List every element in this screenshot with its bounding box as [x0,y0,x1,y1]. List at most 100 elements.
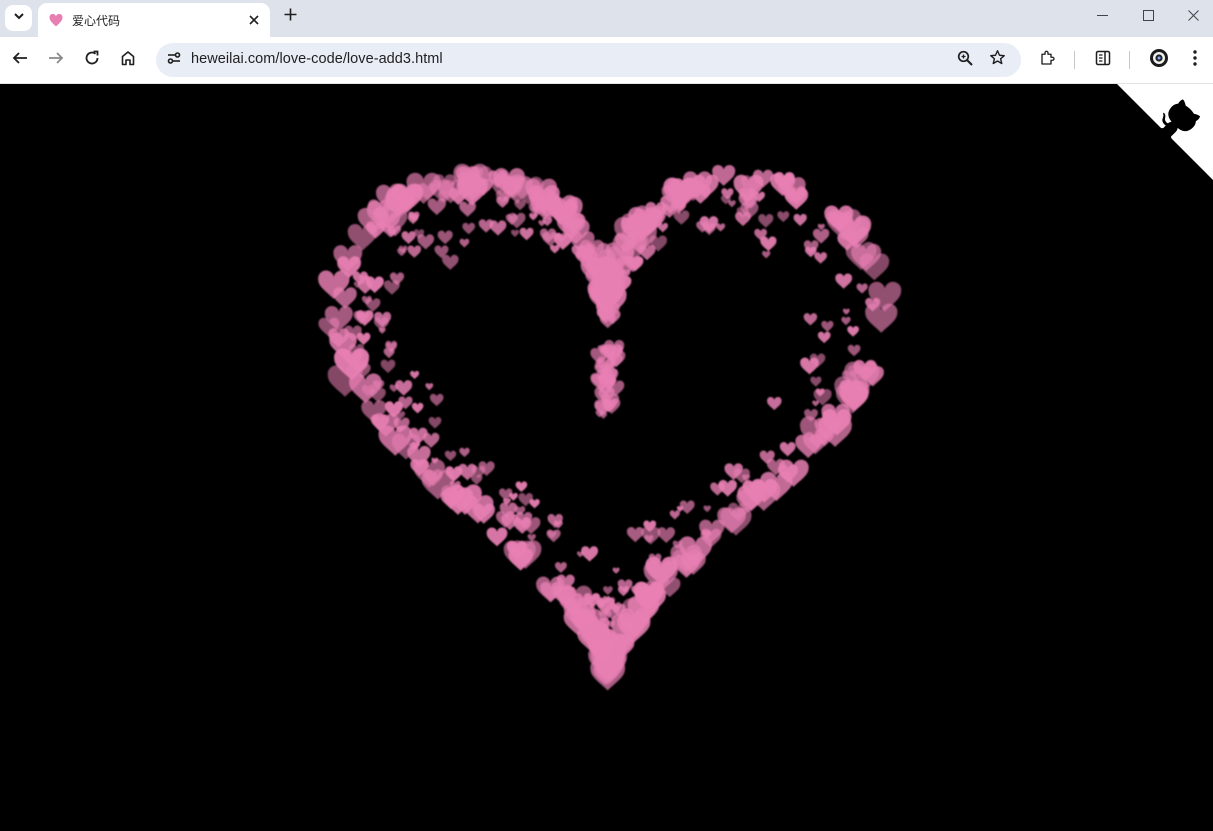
heart-particle [777,211,790,223]
heart-particle [728,200,736,208]
heart-particle [835,273,853,289]
heart-particle [442,254,459,270]
heart-particle [411,402,424,414]
menu-button[interactable] [1183,48,1207,72]
bookmark-button[interactable] [986,49,1008,71]
toolbar-separator [1074,51,1075,69]
heart-particle [407,245,422,258]
extensions-button[interactable] [1036,48,1060,72]
site-info-icon [166,50,182,71]
heart-particle [657,527,676,543]
heart-particle [462,222,476,235]
site-info-button[interactable] [162,48,186,72]
star-icon [989,49,1006,71]
back-button[interactable] [7,47,33,73]
heart-particle [459,238,470,248]
heart-particle [498,488,513,501]
heart-particle [459,447,470,458]
heart-particle [478,219,494,233]
window-close-icon [1187,8,1199,26]
heart-particle [847,344,861,357]
heart-particle [779,442,796,457]
heart-particle [847,326,859,337]
url-text[interactable]: heweilai.com/love-code/love-add3.html [191,51,443,67]
heart-particle [673,210,690,225]
heart-particle [710,482,725,496]
address-bar[interactable]: heweilai.com/love-code/love-add3.html [156,43,1021,77]
heart-particle [380,359,396,373]
heart-particle [519,227,534,241]
zoom-button[interactable] [954,49,976,71]
profile-button[interactable] [1147,48,1171,72]
heart-particle [410,370,420,380]
minimize-icon [1096,8,1108,26]
heart-particle [703,505,711,513]
title-bar: 爱心代码 [0,0,1213,37]
heart-particle [395,380,413,396]
heart-particle [669,510,680,520]
side-panel-icon [1095,50,1111,71]
maximize-button[interactable] [1125,0,1171,34]
heart-particle [428,416,442,429]
reload-button[interactable] [79,47,105,73]
heart-icon [48,12,64,28]
close-icon[interactable] [246,12,262,28]
particle-heart [318,163,902,691]
heart-particle [716,223,726,232]
home-button[interactable] [115,47,141,73]
heart-particle [401,231,416,244]
heart-particle [549,244,560,254]
tab-search-button[interactable] [5,5,32,31]
heart-particle [486,527,508,547]
side-panel-button[interactable] [1091,48,1115,72]
home-icon [120,50,136,71]
forward-button[interactable] [43,47,69,73]
heart-particle [459,201,477,217]
active-tab[interactable]: 爱心代码 [38,3,270,37]
menu-icon [1193,49,1197,71]
window-close-button[interactable] [1170,0,1213,34]
profile-icon [1149,48,1169,73]
heart-particle [527,533,536,542]
zoom-icon [957,50,973,71]
toolbar-separator-2 [1129,51,1130,69]
heart-particle [437,230,453,245]
heart-particle [856,283,868,294]
heart-particle [603,586,613,595]
heart-particle [841,316,851,326]
maximize-icon [1142,8,1154,26]
heart-particle [760,236,777,252]
plus-icon [284,8,297,26]
heart-particle [538,220,546,227]
browser-toolbar: heweilai.com/love-code/love-add3.html [0,37,1213,84]
page-content [0,84,1213,831]
heart-particle [626,526,644,543]
heart-particle [767,396,782,411]
heart-particle [810,376,822,387]
heart-particle [365,298,381,312]
heart-particle [803,313,818,326]
reload-icon [84,50,100,71]
heart-particle [612,567,620,574]
heart-particle [554,562,567,573]
heart-particle [529,499,540,509]
heart-particle [762,250,771,259]
heart-particle [800,357,819,375]
extensions-icon [1039,49,1057,72]
heart-particle [679,500,695,515]
heart-particle [758,213,774,228]
heart-particle [515,481,528,492]
github-corner-icon[interactable] [1117,84,1213,180]
heart-particle [383,280,400,295]
minimize-button[interactable] [1079,0,1125,34]
heart-particle [429,393,444,407]
heart-particle [842,308,850,315]
chevron-down-icon [13,9,25,27]
heart-particle [812,400,819,407]
heart-particle [425,383,434,391]
heart-particle [511,229,519,237]
new-tab-button[interactable] [280,7,300,27]
back-icon [12,50,28,71]
heart-particle [793,213,807,226]
forward-icon [48,50,64,71]
